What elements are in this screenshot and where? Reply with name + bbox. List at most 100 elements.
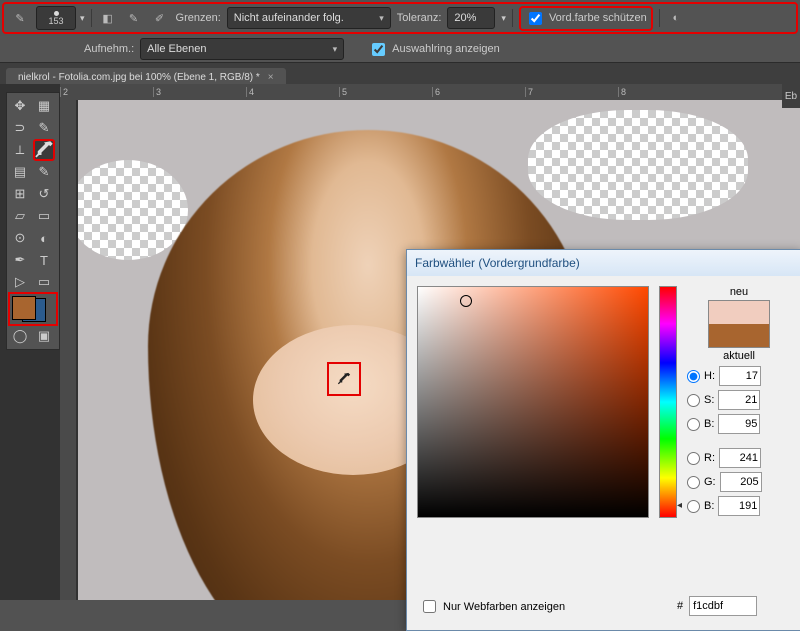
ruler-tick: 6	[432, 87, 525, 97]
limits-dropdown[interactable]: Nicht aufeinander folg. ▾	[227, 7, 391, 29]
chevron-down-icon[interactable]: ▾	[501, 13, 506, 24]
hex-field-group: #	[677, 596, 757, 616]
tolerance-label: Toleranz:	[397, 12, 442, 24]
tool-palette: ✥ ▦ ⊃ ✎ ⟂ ▤ ✎ ⊞ ↺ ▱ ▭ ⊙ ◐ ✒ T ▷ ▭ ◯ ▣	[6, 92, 60, 350]
current-color-swatch[interactable]	[709, 324, 769, 347]
path-select-tool[interactable]: ▷	[10, 272, 30, 292]
mask-mode[interactable]: ◯	[10, 326, 30, 346]
ruler-tick: 8	[618, 87, 711, 97]
protect-fg-checkbox[interactable]	[529, 12, 542, 25]
label-s: S:	[704, 394, 714, 406]
field-h[interactable]	[719, 366, 761, 386]
radio-s[interactable]	[687, 394, 700, 407]
shape-tool[interactable]: ▭	[34, 272, 54, 292]
ruler-tick: 2	[60, 87, 153, 97]
color-swatches[interactable]	[10, 294, 56, 324]
screen-mode[interactable]: ▣	[34, 326, 54, 346]
chevron-down-icon: ▾	[333, 44, 338, 55]
brush-panel-icon[interactable]: ◧	[98, 8, 118, 28]
web-only-label: Nur Webfarben anzeigen	[443, 601, 565, 613]
eyedropper-tool[interactable]	[34, 140, 54, 160]
panel-tab-layers[interactable]: Eb	[782, 84, 800, 108]
field-s[interactable]	[718, 390, 760, 410]
label-bch: B:	[704, 500, 714, 512]
chevron-down-icon[interactable]: ▾	[80, 13, 85, 24]
radio-r[interactable]	[687, 452, 700, 465]
show-ring-label: Auswahlring anzeigen	[392, 43, 500, 55]
gradient-tool[interactable]: ▭	[34, 206, 54, 226]
ruler-tick: 5	[339, 87, 432, 97]
sample-label: Aufnehm.:	[84, 43, 134, 55]
label-h: H:	[704, 370, 715, 382]
label-r: R:	[704, 452, 715, 464]
protect-fg-label: Vord.farbe schützen	[549, 12, 647, 24]
hue-pointer: ◂	[677, 500, 682, 511]
ruler-horizontal: 2 3 4 5 6 7 8	[60, 84, 800, 100]
field-g[interactable]	[720, 472, 762, 492]
transparent-area	[528, 110, 748, 220]
limits-value: Nicht aufeinander folg.	[234, 12, 344, 24]
new-color-swatch	[709, 301, 769, 324]
label-b: B:	[704, 418, 714, 430]
ruler-tick: 7	[525, 87, 618, 97]
tolerance-value: 20%	[454, 12, 476, 24]
tolerance-field[interactable]: 20%	[447, 7, 495, 29]
limits-label: Grenzen:	[176, 12, 221, 24]
ruler-tick: 3	[153, 87, 246, 97]
show-ring-checkbox[interactable]	[372, 43, 385, 56]
protect-foreground-option[interactable]: Vord.farbe schützen	[519, 6, 653, 31]
color-picker-title: Farbwähler (Vordergrundfarbe)	[407, 250, 800, 276]
sample-brush-icon[interactable]: ✎	[124, 8, 144, 28]
dodge-tool[interactable]: ◐	[34, 228, 54, 248]
fg-swatch[interactable]	[12, 296, 36, 320]
lasso-tool[interactable]: ⊃	[10, 118, 30, 138]
move-tool[interactable]: ✥	[10, 96, 30, 116]
new-label: neu	[730, 286, 748, 298]
quick-select-tool[interactable]: ✎	[34, 118, 54, 138]
work-area: 2 3 4 5 6 7 8 ✥ ▦ ⊃ ✎ ⟂ ▤ ✎ ⊞ ↺ ▱ ▭ ⊙ ◐ …	[0, 84, 800, 600]
color-picker-dialog: Farbwähler (Vordergrundfarbe) ◂ neu aktu…	[406, 249, 800, 631]
marquee-tool[interactable]: ▦	[34, 96, 54, 116]
options-bar-2: Aufnehm.: Alle Ebenen ▾ Auswahlring anze…	[0, 36, 800, 63]
brush-size-control[interactable]: 153 ▾	[36, 6, 85, 30]
show-ring-option[interactable]: Auswahlring anzeigen	[368, 40, 500, 59]
hex-label: #	[677, 600, 683, 612]
hue-slider[interactable]: ◂	[659, 286, 677, 518]
ruler-vertical	[60, 100, 76, 600]
brush-tool[interactable]: ✎	[34, 162, 54, 182]
field-bch[interactable]	[718, 496, 760, 516]
color-preview: neu aktuell	[687, 286, 791, 362]
label-g: G:	[704, 476, 716, 488]
chevron-down-icon: ▾	[379, 13, 384, 24]
history-brush-tool[interactable]: ↺	[34, 184, 54, 204]
eyedropper-cursor-highlight	[327, 362, 361, 396]
sample-dropdown[interactable]: Alle Ebenen ▾	[140, 38, 344, 60]
radio-bch[interactable]	[687, 500, 700, 513]
radio-b[interactable]	[687, 418, 700, 431]
transparent-area	[78, 160, 188, 260]
web-only-checkbox[interactable]	[423, 600, 436, 613]
hex-field[interactable]	[689, 596, 757, 616]
ruler-tick: 4	[246, 87, 339, 97]
crop-tool[interactable]: ⟂	[10, 140, 30, 160]
field-r[interactable]	[719, 448, 761, 468]
pen-tool[interactable]: ✒	[10, 250, 30, 270]
patch-tool[interactable]: ▤	[10, 162, 30, 182]
radio-g[interactable]	[687, 476, 700, 489]
field-b[interactable]	[718, 414, 760, 434]
pressure-icon[interactable]: ◐	[666, 8, 686, 28]
brush-size-value: 153	[48, 17, 63, 26]
pencil-icon[interactable]: ✐	[150, 8, 170, 28]
eraser-tool[interactable]: ▱	[10, 206, 30, 226]
blur-tool[interactable]: ⊙	[10, 228, 30, 248]
type-tool[interactable]: T	[34, 250, 54, 270]
radio-h[interactable]	[687, 370, 700, 383]
document-title: nielkrol - Fotolia.com.jpg bei 100% (Ebe…	[18, 72, 260, 83]
color-field-cursor	[460, 295, 472, 307]
tool-preset-icon[interactable]: ✎	[10, 8, 30, 28]
stamp-tool[interactable]: ⊞	[10, 184, 30, 204]
sample-value: Alle Ebenen	[147, 43, 206, 55]
current-label: aktuell	[723, 350, 755, 362]
color-field[interactable]	[417, 286, 649, 518]
close-tab-icon[interactable]: ×	[268, 72, 274, 83]
